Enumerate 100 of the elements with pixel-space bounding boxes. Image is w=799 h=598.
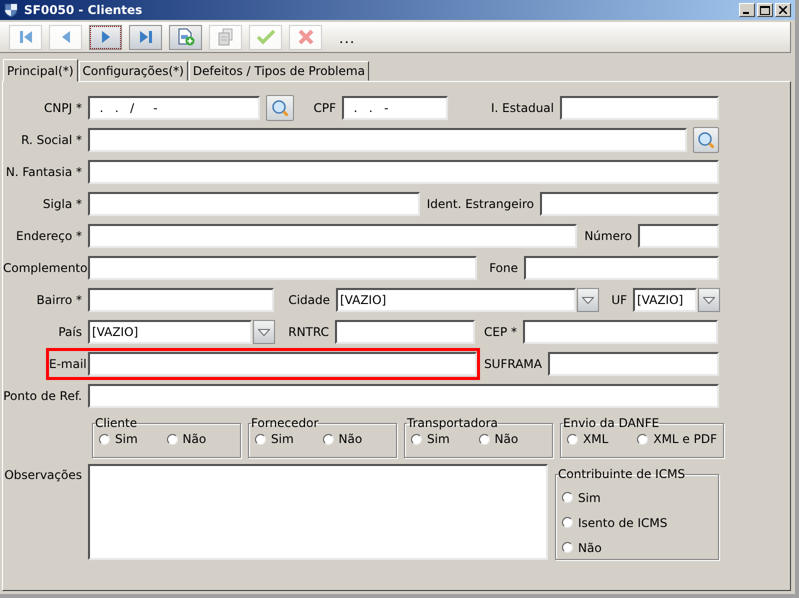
sigla-label: Sigla * — [42, 197, 83, 211]
triangle-right-icon — [100, 29, 110, 45]
radio-button[interactable] — [255, 434, 266, 444]
search-icon — [271, 99, 289, 117]
tab[interactable]: Principal(*) — [3, 59, 78, 82]
search-button[interactable] — [266, 95, 294, 121]
cpf-field[interactable]: . . - — [342, 96, 448, 120]
ident-estrangeiro-field[interactable] — [540, 192, 719, 216]
close-button[interactable] — [775, 3, 791, 17]
group-title: Transportadora — [407, 416, 498, 430]
radio-button[interactable] — [411, 434, 422, 444]
radio-button[interactable] — [567, 434, 578, 444]
ie-label: I. Estadual — [490, 101, 555, 115]
pais-label: País — [57, 325, 83, 339]
group-title: Fornecedor — [251, 416, 318, 430]
option-label: Não — [182, 432, 206, 446]
radio-button[interactable] — [562, 517, 573, 528]
observacoes-field[interactable] — [88, 464, 548, 560]
close-icon — [779, 6, 787, 14]
option-label: Sim — [427, 432, 450, 446]
radio-button[interactable] — [562, 492, 573, 503]
fone-label: Fone — [488, 261, 519, 275]
radio-button[interactable] — [99, 434, 110, 444]
option-label: Não — [494, 432, 518, 446]
more-options[interactable]: ... — [339, 27, 356, 47]
sigla-field[interactable] — [88, 192, 420, 216]
cnpj-label: CNPJ * — [43, 101, 83, 115]
shield-icon — [3, 2, 19, 18]
cep-field[interactable] — [523, 320, 718, 344]
radio-button[interactable] — [166, 434, 178, 444]
uf-label: UF — [610, 293, 628, 307]
ie-field[interactable] — [560, 96, 719, 120]
new-button[interactable] — [169, 24, 202, 50]
observacoes-label: Observações — [3, 467, 83, 482]
maximize-icon — [760, 6, 770, 14]
checkmark-icon — [256, 29, 274, 45]
rntrc-field[interactable] — [335, 320, 475, 344]
cidade-label: Cidade — [287, 293, 331, 307]
group-title: Contribuinte de ICMS — [558, 467, 686, 481]
cpf-label: CPF — [312, 101, 337, 115]
fone-field[interactable] — [524, 256, 719, 280]
dropdown-button[interactable] — [253, 320, 275, 344]
document-plus-icon — [176, 28, 194, 46]
tab[interactable]: Configurações(*) — [78, 61, 188, 81]
caret-icon — [258, 328, 270, 336]
group-title: Envio da DANFE — [563, 416, 660, 430]
option-label: Não — [338, 432, 362, 446]
complemento-field[interactable] — [88, 256, 477, 280]
triangle-left-icon — [60, 29, 70, 45]
option-label: Sim — [115, 432, 138, 446]
uf-combo[interactable]: [VAZIO] — [633, 288, 697, 312]
option-label: Sim — [578, 490, 601, 504]
ponto-ref-field[interactable] — [88, 384, 719, 408]
dropdown-button[interactable] — [577, 288, 599, 312]
option-label: Isento de ICMS — [578, 516, 668, 530]
option-label: Sim — [271, 432, 294, 446]
nome-fantasia-label: N. Fantasia * — [4, 165, 83, 179]
tab[interactable]: Defeitos / Tipos de Problema — [188, 61, 369, 81]
search-button[interactable] — [693, 127, 719, 153]
skip-forward-icon — [138, 29, 154, 45]
rntrc-label: RNTRC — [287, 325, 330, 339]
cep-label: CEP * — [482, 325, 518, 339]
razao-social-field[interactable] — [88, 128, 687, 152]
minimize-button[interactable] — [739, 3, 755, 17]
endereco-field[interactable] — [88, 224, 577, 248]
razao-social-label: R. Social * — [20, 133, 83, 147]
caret-icon — [703, 296, 715, 304]
documents-icon — [216, 28, 234, 46]
ponto-ref-label: Ponto de Ref. — [3, 389, 83, 403]
ident-estrangeiro-label: Ident. Estrangeiro — [426, 197, 535, 211]
numero-label: Número — [583, 229, 633, 243]
dropdown-button[interactable] — [698, 288, 720, 312]
option-label: Não — [578, 540, 602, 554]
bairro-label: Bairro * — [36, 293, 83, 307]
numero-field[interactable] — [638, 224, 719, 248]
radio-button[interactable] — [562, 542, 573, 553]
pais-combo[interactable]: [VAZIO] — [88, 320, 252, 344]
window-title: SF0050 - Clientes — [24, 3, 144, 17]
cidade-combo[interactable]: [VAZIO] — [336, 288, 576, 312]
cnpj-field[interactable]: . . / - — [88, 96, 260, 120]
search-icon — [697, 131, 715, 149]
skip-back-icon — [18, 29, 34, 45]
radio-button[interactable] — [637, 434, 648, 444]
endereco-label: Endereço * — [15, 229, 83, 243]
suframa-field[interactable] — [548, 352, 719, 376]
radio-button[interactable] — [322, 434, 334, 444]
nome-fantasia-field[interactable] — [88, 160, 719, 184]
caret-icon — [582, 296, 594, 304]
email-label: E-mail — [49, 357, 88, 371]
bairro-field[interactable] — [88, 288, 274, 312]
last-button[interactable] — [129, 24, 162, 50]
maximize-button[interactable] — [757, 3, 773, 17]
option-label: XML — [583, 432, 608, 446]
group-title: Cliente — [95, 416, 138, 430]
email-field[interactable] — [88, 352, 477, 376]
complemento-label: Complemento — [3, 261, 88, 275]
option-label: XML e PDF — [653, 432, 717, 446]
next-button[interactable] — [89, 24, 122, 50]
radio-button[interactable] — [478, 434, 490, 444]
x-icon — [298, 29, 314, 45]
